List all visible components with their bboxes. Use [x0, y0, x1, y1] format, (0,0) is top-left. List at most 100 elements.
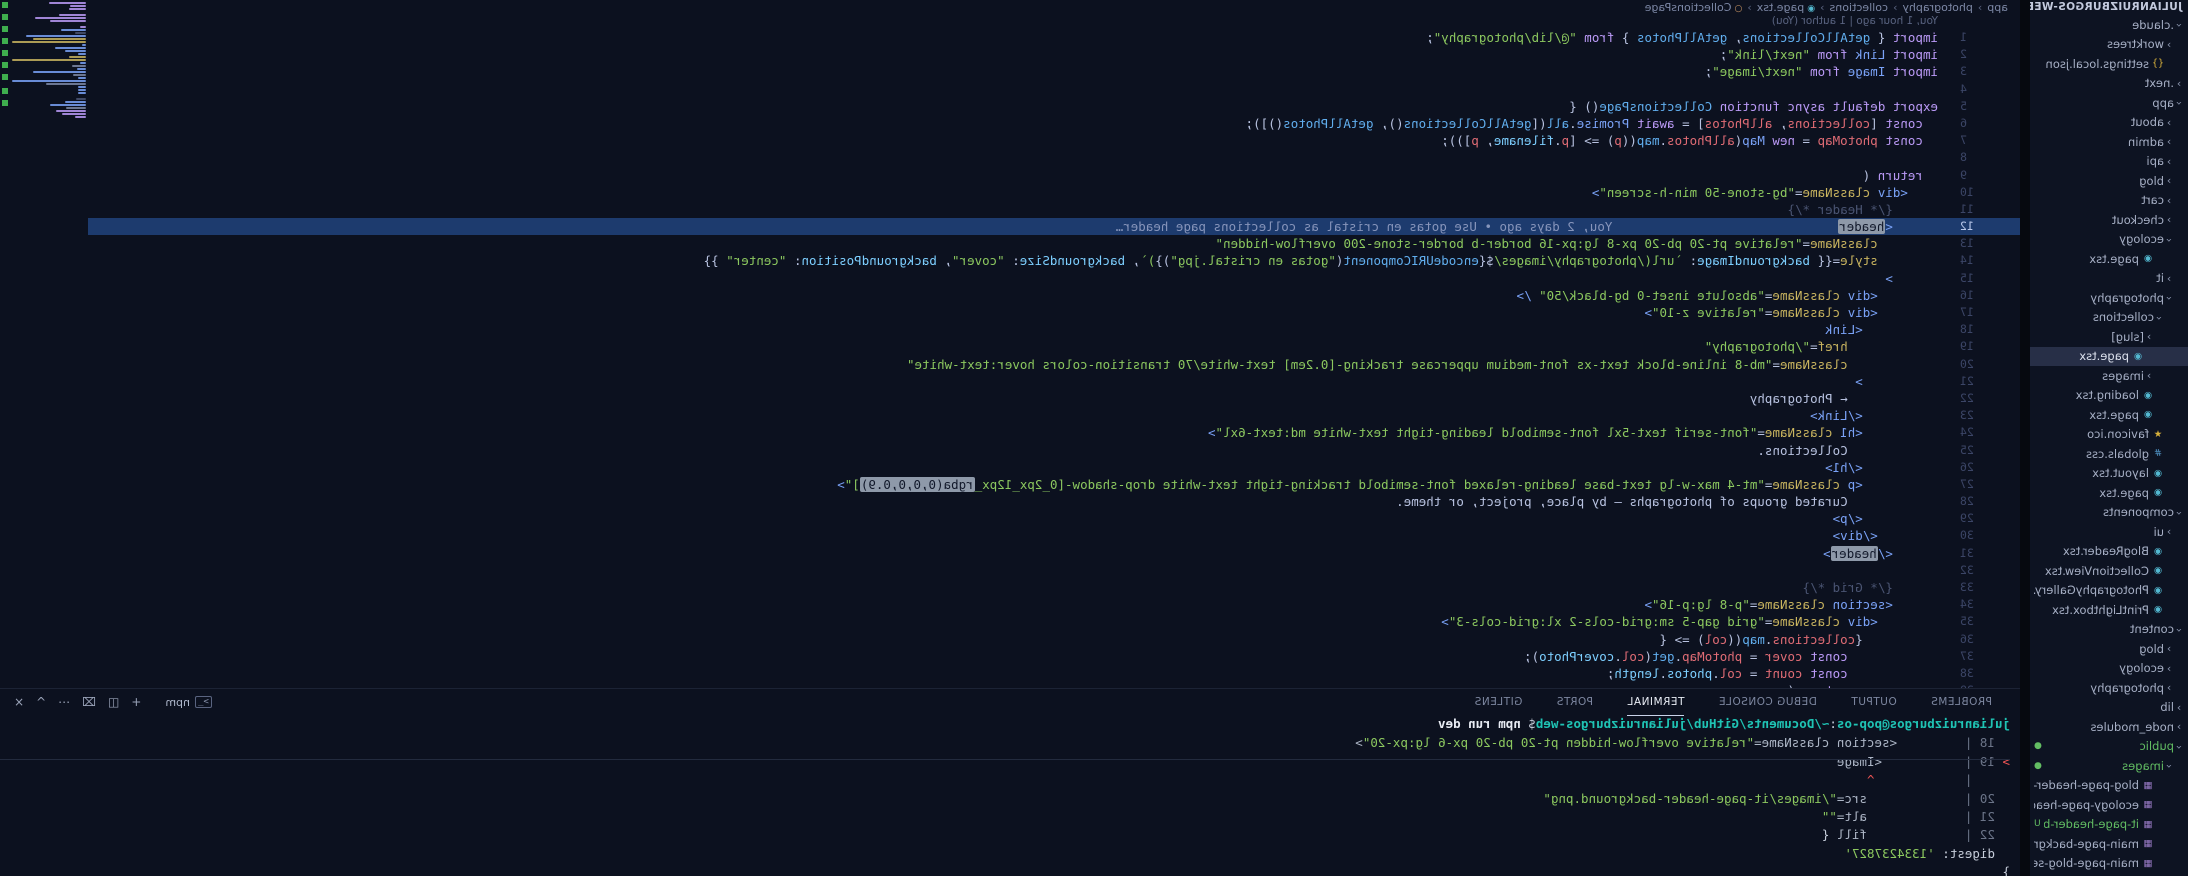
code-line-17[interactable]: 17 <div className="relative z-10"> — [88, 304, 2020, 321]
code-line-38[interactable]: 38 const count = col.photos.length; — [88, 665, 2020, 682]
tree-item-loading-tsx[interactable]: ◉loading.tsx — [2030, 386, 2188, 406]
tree-item-layout-tsx[interactable]: ◉layout.tsx — [2030, 464, 2188, 484]
code-line-30[interactable]: 30 </div> — [88, 527, 2020, 544]
tree-item-page-tsx[interactable]: ◉page.tsx — [2030, 483, 2188, 503]
code-line-31[interactable]: 31 </header> — [88, 545, 2020, 562]
tree-item-settings-local-json[interactable]: {}settings.local.json — [2030, 54, 2188, 74]
tree-item-printlightbox-tsx[interactable]: ◉PrintLightbox.tsx — [2030, 600, 2188, 620]
tree-item-blog[interactable]: ›blog — [2030, 171, 2188, 191]
code-line-4[interactable]: 4 — [88, 81, 2020, 98]
code-line-15[interactable]: 15 > — [88, 270, 2020, 287]
panel-tab-output[interactable]: OUTPUT — [1851, 689, 1897, 715]
tree-item-collectionview-tsx[interactable]: ◉CollectionView.tsx — [2030, 561, 2188, 581]
code-line-20[interactable]: 20 className="mb-8 inline-block text-xs … — [88, 356, 2020, 373]
breadcrumb-item-collectionspage[interactable]: ○CollectionsPage — [1645, 1, 1743, 14]
tree-item-blogreader-tsx[interactable]: ◉BlogReader.tsx — [2030, 542, 2188, 562]
workspace-root[interactable]: JULIANRUIZBURGOS-WEB — [2030, 0, 2188, 15]
tree-item-cart[interactable]: ›cart — [2030, 191, 2188, 211]
code-line-5[interactable]: 5export default async function Collectio… — [88, 98, 2020, 115]
code-line-18[interactable]: 18 <Link — [88, 321, 2020, 338]
code-line-9[interactable]: 9 return ( — [88, 167, 2020, 184]
tree-item-ui[interactable]: ›ui — [2030, 522, 2188, 542]
tree-item-collections[interactable]: ›collections — [2030, 308, 2188, 328]
tree-item-app[interactable]: ›app — [2030, 93, 2188, 113]
tree-item-node-modules[interactable]: ›node_modules — [2030, 717, 2188, 737]
breadcrumb-item-page-tsx[interactable]: ◉page.tsx — [1757, 1, 1815, 14]
code-line-6[interactable]: 6 const [collections, allPhotos] = await… — [88, 115, 2020, 132]
tree-item-photographygallery-tsx[interactable]: ◉PhotographyGallery.tsx — [2030, 581, 2188, 601]
code-line-19[interactable]: 19 href="/photography" — [88, 338, 2020, 355]
tree-item-it-page-header-bac-[interactable]: ▦it-page-header-bac...U — [2030, 815, 2188, 835]
tree-item-checkout[interactable]: ›checkout — [2030, 210, 2188, 230]
code-line-35[interactable]: 35 <div className="grid gap-5 sm:grid-co… — [88, 613, 2020, 630]
breadcrumb-item-photography[interactable]: photography — [1902, 1, 1972, 14]
panel-tab-gitlens[interactable]: GITLENS — [1474, 689, 1522, 715]
tree-item-photography[interactable]: ›photography — [2030, 288, 2188, 308]
panel-tab-ports[interactable]: PORTS — [1556, 689, 1593, 715]
code-line-7[interactable]: 7 const photoMap = new Map(allPhotos.map… — [88, 132, 2020, 149]
tree-item-blog-page-header-back-[interactable]: ▦blog-page-header-back... — [2030, 776, 2188, 796]
code-line-36[interactable]: 36 {collections.map((col) => { — [88, 631, 2020, 648]
tree-item-public[interactable]: ›public● — [2030, 737, 2188, 757]
tree-item-favicon-ico[interactable]: ★favicon.ico — [2030, 425, 2188, 445]
code-line-21[interactable]: 21 > — [88, 373, 2020, 390]
breadcrumb-item-collections[interactable]: collections — [1830, 1, 1889, 14]
tree-item-main-page-blog-section-[interactable]: ▦main-page-blog-section-... — [2030, 854, 2188, 874]
code-editor[interactable]: app›photography›collections›◉page.tsx›○C… — [0, 0, 2020, 688]
tree-item-images[interactable]: ›images — [2030, 366, 2188, 386]
panel-tab-problems[interactable]: PROBLEMS — [1931, 689, 1992, 715]
tree-item-content[interactable]: ›content — [2030, 620, 2188, 640]
code-line-26[interactable]: 26 </h1> — [88, 459, 2020, 476]
tree-item-images[interactable]: ›images● — [2030, 756, 2188, 776]
tree-item--slug-[interactable]: ›[slug] — [2030, 327, 2188, 347]
more-actions-icon[interactable]: ⋯ — [58, 695, 70, 709]
code-line-10[interactable]: 10 <div className="bg-stone-50 min-h-scr… — [88, 184, 2020, 201]
tree-item-page-tsx[interactable]: ◉page.tsx — [2030, 347, 2188, 367]
code-line-28[interactable]: 28 Curated groups of photographs — by pl… — [88, 493, 2020, 510]
code-line-2[interactable]: 2import Link from "next/link"; — [88, 46, 2020, 63]
code-line-3[interactable]: 3import Image from "next/image"; — [88, 63, 2020, 80]
code-line-34[interactable]: 34 <section className="p-8 lg:p-16"> — [88, 596, 2020, 613]
tree-item-blog[interactable]: ›blog — [2030, 639, 2188, 659]
panel-tab-debug-console[interactable]: DEBUG CONSOLE — [1718, 689, 1816, 715]
tree-item-globals-css[interactable]: #globals.css — [2030, 444, 2188, 464]
tree-item--next[interactable]: ›.next — [2030, 74, 2188, 94]
tree-item--claude[interactable]: ›.claude — [2030, 15, 2188, 35]
explorer-sidebar[interactable]: JULIANRUIZBURGOS-WEB ›.claude›worktrees … — [2030, 0, 2188, 876]
tree-item-it[interactable]: ›it — [2030, 269, 2188, 289]
code-line-14[interactable]: 14 style={{ backgroundImage: `url(/photo… — [88, 252, 2020, 269]
code-line-25[interactable]: 25 Collections. — [88, 442, 2020, 459]
split-terminal-icon[interactable]: ◫ — [108, 695, 119, 709]
tree-item-photography[interactable]: ›photography — [2030, 678, 2188, 698]
close-panel-icon[interactable]: × — [14, 695, 24, 709]
code-line-29[interactable]: 29 </p> — [88, 510, 2020, 527]
tree-item-lib[interactable]: ›lib — [2030, 698, 2188, 718]
terminal-task-item[interactable]: >_ npm — [165, 696, 212, 709]
code-line-1[interactable]: 1import { getAllCollections, getAllPhoto… — [88, 29, 2020, 46]
new-terminal-icon[interactable]: + — [131, 695, 141, 709]
terminal[interactable]: julianruizburgos@pop-os:~/Documents/GitH… — [0, 715, 2010, 876]
code-line-12[interactable]: 12 <header You, 2 days ago • Use gotas e… — [88, 218, 2020, 235]
tree-item-about[interactable]: ›about — [2030, 113, 2188, 133]
code-line-37[interactable]: 37 const cover = photoMap.get(col.coverP… — [88, 648, 2020, 665]
code-line-32[interactable]: 32 — [88, 562, 2020, 579]
tree-item-ecology[interactable]: ›ecology — [2030, 230, 2188, 250]
tree-item-admin[interactable]: ›admin — [2030, 132, 2188, 152]
code-line-33[interactable]: 33 {/* Grid */} — [88, 579, 2020, 596]
code-line-16[interactable]: 16 <div className="absolute inset-0 bg-b… — [88, 287, 2020, 304]
tree-item-page-tsx[interactable]: ◉page.tsx — [2030, 405, 2188, 425]
code-line-8[interactable]: 8 — [88, 149, 2020, 166]
maximize-panel-icon[interactable]: ^ — [36, 695, 46, 709]
tree-item-ecology[interactable]: ›ecology — [2030, 659, 2188, 679]
tree-item-api[interactable]: ›api — [2030, 152, 2188, 172]
panel-tab-terminal[interactable]: TERMINAL — [1627, 689, 1684, 716]
code-line-23[interactable]: 23 </Link> — [88, 407, 2020, 424]
sidebar-resize-handle[interactable] — [2020, 0, 2030, 876]
breadcrumb-item-app[interactable]: app — [1987, 1, 2008, 14]
code-line-13[interactable]: 13 className="relative pt-20 pb-20 px-8 … — [88, 235, 2020, 252]
tree-item-main-page-background-c-[interactable]: ▦main-page-background-c... — [2030, 834, 2188, 854]
code-line-27[interactable]: 27 <p className="mt-4 max-w-lg text-base… — [88, 476, 2020, 493]
tree-item-page-tsx[interactable]: ◉page.tsx — [2030, 249, 2188, 269]
kill-terminal-icon[interactable]: ⌧ — [82, 695, 96, 709]
tree-item-components[interactable]: ›components — [2030, 503, 2188, 523]
